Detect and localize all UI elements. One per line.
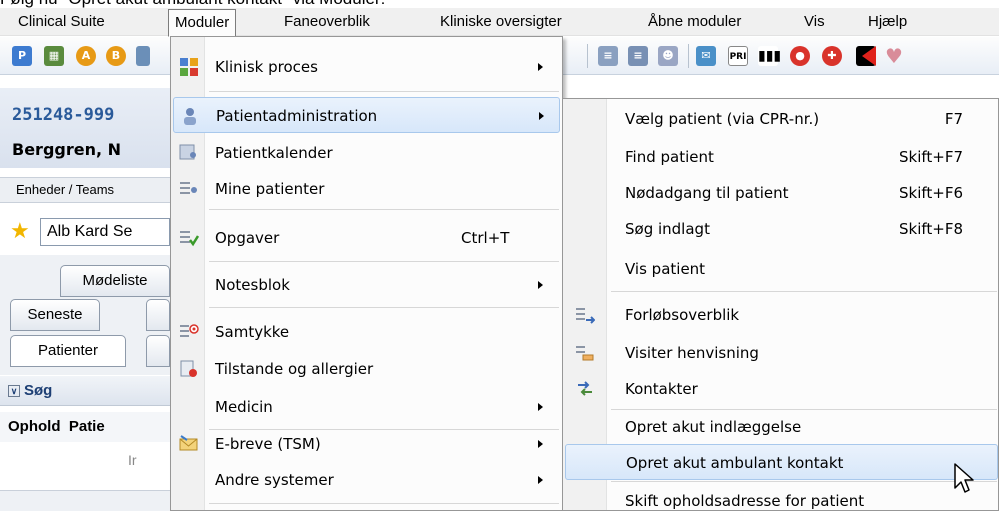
menu-item-e-breve[interactable]: E-breve (TSM) <box>173 426 560 462</box>
list-users-icon[interactable]: ≡ <box>628 46 648 66</box>
grid-colored-icon <box>180 58 198 76</box>
chart-icon[interactable] <box>136 46 150 66</box>
barcode-icon[interactable]: ▮▮▮ <box>758 46 781 66</box>
instruction-caption: Følg nu "Opret akut ambulant kontakt" vi… <box>0 0 999 8</box>
referral-hand-icon <box>576 346 594 361</box>
submenu-item-forloebsoverblik[interactable]: Forløbsoverblik <box>565 297 998 333</box>
envelope-icon <box>179 435 198 451</box>
menu-item-mine-patienter[interactable]: Mine patienter <box>173 171 560 207</box>
moduler-dropdown-menu: Klinisk proces Patientadministration Pat… <box>170 36 563 511</box>
table-row-text: Ir <box>128 452 137 468</box>
patient-cpr: 251248-999 <box>12 105 115 125</box>
timeline-icon <box>576 308 595 324</box>
menu-item-notesblok[interactable]: Notesblok <box>173 267 560 303</box>
tab-moedeliste[interactable]: Mødeliste <box>60 265 170 297</box>
submenu-item-vaelg-patient[interactable]: Vælg patient (via CPR-nr.) F7 <box>565 101 998 137</box>
user-b-icon[interactable]: B <box>106 46 126 66</box>
submenu-arrow-icon <box>538 476 543 484</box>
submenu-item-noedadgang[interactable]: Nødadgang til patient Skift+F6 <box>565 175 998 211</box>
submenu-item-vis-patient[interactable]: Vis patient <box>565 251 998 287</box>
column-patient[interactable]: Patie <box>69 418 105 435</box>
mouse-cursor-icon <box>954 463 974 493</box>
group-icon[interactable]: ☻ <box>658 46 678 66</box>
tab-partial[interactable] <box>146 299 170 331</box>
pri-icon[interactable]: PRI <box>728 46 748 66</box>
menu-bar: Clinical Suite Moduler Faneoverblik Klin… <box>0 8 999 37</box>
submenu-arrow-icon <box>538 281 543 289</box>
allergy-icon[interactable]: ✚ <box>822 46 842 66</box>
contacts-arrows-icon <box>578 381 592 396</box>
favorite-combo[interactable]: Alb Kard Se <box>40 218 170 246</box>
menu-item-klinisk-proces[interactable]: Klinisk proces <box>173 49 560 85</box>
menu-moduler[interactable]: Moduler <box>168 9 237 37</box>
star-icon[interactable]: ★ <box>10 221 30 243</box>
calendar-icon[interactable]: ▦ <box>44 46 64 66</box>
shortcut-f7: F7 <box>944 110 963 128</box>
menu-hjaelp[interactable]: Hjælp <box>862 9 913 35</box>
allergy-list-icon <box>180 360 197 377</box>
patient-icon[interactable]: P <box>12 46 32 66</box>
patient-name: Berggren, N <box>12 140 122 159</box>
person-icon <box>184 108 196 125</box>
menu-faneoverblik[interactable]: Faneoverblik <box>278 9 376 35</box>
submenu-item-soeg-indlagt[interactable]: Søg indlagt Skift+F8 <box>565 211 998 247</box>
submenu-item-visiter-henvisning[interactable]: Visiter henvisning <box>565 335 998 371</box>
submenu-arrow-icon <box>538 440 543 448</box>
submenu-arrow-icon <box>539 112 544 120</box>
collapse-icon[interactable]: ∨ <box>8 385 20 398</box>
consent-icon <box>180 324 199 337</box>
menu-kliniske-oversigter[interactable]: Kliniske oversigter <box>434 9 568 35</box>
tab-strip: Mødeliste Seneste Patienter <box>0 255 170 375</box>
menu-item-opgaver[interactable]: Opgaver Ctrl+T <box>173 220 560 256</box>
table-header: Ophold Patie <box>0 412 170 442</box>
left-panel-footer <box>0 490 170 511</box>
mail-icon[interactable]: ✉ <box>696 46 716 66</box>
submenu-arrow-icon <box>538 403 543 411</box>
shortcut-skift-f8: Skift+F8 <box>898 220 963 238</box>
submenu-item-find-patient[interactable]: Find patient Skift+F7 <box>565 139 998 175</box>
shortcut-skift-f7: Skift+F7 <box>898 148 963 166</box>
menu-item-medicin[interactable]: Medicin <box>173 389 560 425</box>
menu-item-andre-systemer[interactable]: Andre systemer <box>173 462 560 498</box>
menu-clinical-suite[interactable]: Clinical Suite <box>12 9 111 35</box>
menu-vis[interactable]: Vis <box>798 9 831 35</box>
calendar-person-icon <box>179 144 196 160</box>
submenu-item-opret-akut-ambulant-kontakt[interactable]: Opret akut ambulant kontakt <box>565 444 998 480</box>
heart-icon[interactable]: ♥ <box>884 46 904 66</box>
submenu-item-opret-akut-indlaeggelse[interactable]: Opret akut indlæggelse <box>565 409 998 445</box>
units-teams-bar[interactable]: Enheder / Teams <box>0 177 170 203</box>
shortcut-skift-f6: Skift+F6 <box>898 184 963 202</box>
task-check-icon <box>180 231 199 247</box>
search-label: Søg <box>24 382 53 399</box>
menu-aabne-moduler[interactable]: Åbne moduler <box>642 9 747 35</box>
pill-icon[interactable]: ● <box>790 46 810 66</box>
menu-item-patientkalender[interactable]: Patientkalender <box>173 135 560 171</box>
tab-partial-2[interactable] <box>146 335 170 367</box>
column-ophold[interactable]: Ophold <box>8 418 61 435</box>
menu-item-tilstande-og-allergier[interactable]: Tilstande og allergier <box>173 351 560 387</box>
submenu-arrow-icon <box>538 63 543 71</box>
tab-seneste[interactable]: Seneste <box>10 299 100 331</box>
list-person-icon <box>180 182 197 194</box>
tab-patienter[interactable]: Patienter <box>10 335 126 367</box>
menu-item-patientadministration[interactable]: Patientadministration <box>173 97 560 133</box>
shortcut-ctrl-t: Ctrl+T <box>461 229 510 247</box>
user-a-icon[interactable]: A <box>76 46 96 66</box>
submenu-item-skift-opholdsadresse[interactable]: Skift opholdsadresse for patient <box>565 483 998 511</box>
submenu-item-kontakter[interactable]: Kontakter <box>565 371 998 407</box>
flag-icon[interactable] <box>856 46 876 66</box>
menu-item-samtykke[interactable]: Samtykke <box>173 314 560 350</box>
search-panel-header[interactable]: ∨ Søg <box>0 376 170 406</box>
list-icon[interactable]: ≡ <box>598 46 618 66</box>
patientadministration-submenu: Vælg patient (via CPR-nr.) F7 Find patie… <box>562 98 999 511</box>
